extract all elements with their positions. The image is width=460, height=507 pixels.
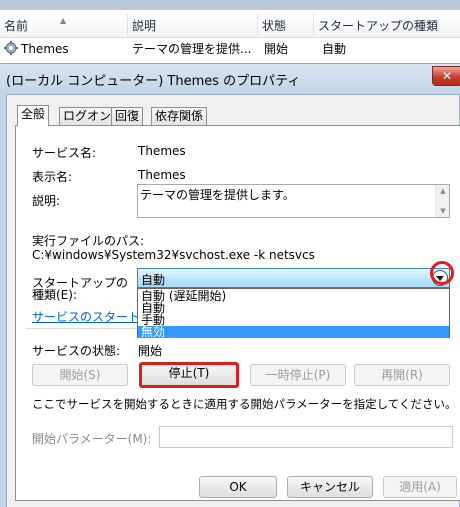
row-status: 開始 <box>264 42 289 56</box>
description-field[interactable]: テーマの管理を提供します。 ▲ ▼ <box>137 184 450 218</box>
description-text: テーマの管理を提供します。 <box>140 188 295 202</box>
service-name-value: Themes <box>138 144 186 158</box>
option-disabled[interactable]: 無効 <box>138 326 449 338</box>
column-header-startup-type[interactable]: スタートアップの種類 <box>314 14 460 38</box>
startup-type-select[interactable]: 自動 <box>137 268 450 288</box>
pause-button[interactable]: 一時停止(P) <box>250 364 346 386</box>
scroll-down-icon[interactable]: ▼ <box>436 205 450 217</box>
startup-type-dropdown: 自動 (遅延開始) 自動 手動 無効 <box>137 288 450 338</box>
start-params-hint: ここでサービスを開始するときに適用する開始パラメーターを指定してください。 <box>32 397 457 411</box>
close-button[interactable]: ✕ <box>432 66 460 86</box>
dialog-client-area: 全般 ログオン 回復 依存関係 サービス名: Themes 表示名: Theme… <box>6 94 460 507</box>
highlight-circle <box>430 261 454 285</box>
window-top-strip <box>0 0 460 10</box>
gear-icon <box>4 41 18 55</box>
row-name: Themes <box>21 42 69 56</box>
display-name-label: 表示名: <box>32 170 73 184</box>
exe-path-label: 実行ファイルのパス: <box>32 234 145 248</box>
scroll-up-icon[interactable]: ▲ <box>436 185 450 197</box>
dialog-titlebar[interactable]: (ローカル コンピューター) Themes のプロパティ ✕ <box>0 64 460 94</box>
service-name-label: サービス名: <box>32 146 97 160</box>
sort-up-icon: ▲ <box>60 16 67 25</box>
dialog-title: (ローカル コンピューター) Themes のプロパティ <box>6 74 301 89</box>
start-button[interactable]: 開始(S) <box>32 364 128 386</box>
table-row[interactable]: Themes テーマの管理を提供... 開始 自動 <box>0 38 460 60</box>
tab-dependencies[interactable]: 依存関係 <box>151 107 208 125</box>
tab-general[interactable]: 全般 <box>17 105 50 126</box>
service-status-label: サービスの状態: <box>32 344 121 358</box>
list-header: ▲ 名前 説明 状態 スタートアップの種類 <box>0 14 460 38</box>
startup-type-selected: 自動 <box>141 273 166 287</box>
description-label: 説明: <box>32 194 61 208</box>
cancel-button[interactable]: キャンセル <box>287 476 373 498</box>
stop-button[interactable]: 停止(T) <box>139 362 239 388</box>
tab-logon[interactable]: ログオン <box>59 107 116 125</box>
display-name-value: Themes <box>138 168 186 182</box>
row-name-cell: Themes <box>4 38 128 60</box>
start-params-input[interactable] <box>159 426 453 448</box>
ok-button[interactable]: OK <box>199 476 277 498</box>
startup-type-label-line2: 種類(E): <box>32 288 77 302</box>
option-manual[interactable]: 手動 <box>138 314 449 326</box>
resume-button[interactable]: 再開(R) <box>354 364 450 386</box>
option-auto-delayed[interactable]: 自動 (遅延開始) <box>138 290 449 302</box>
exe-path-value: C:¥windows¥System32¥svchost.exe -k netsv… <box>32 248 315 262</box>
option-auto[interactable]: 自動 <box>138 302 449 314</box>
row-startup-type: 自動 <box>322 42 347 56</box>
column-header-description[interactable]: 説明 <box>128 14 258 38</box>
services-list: ▲ 名前 説明 状態 スタートアップの種類 Themes テーマの管理を提供..… <box>0 0 460 62</box>
apply-button[interactable]: 適用(A) <box>383 476 457 498</box>
general-tab-panel: サービス名: Themes 表示名: Themes 説明: テーマの管理を提供し… <box>15 125 460 501</box>
start-params-label: 開始パラメーター(M): <box>32 432 152 446</box>
close-icon: ✕ <box>441 69 453 83</box>
description-scrollbar[interactable]: ▲ ▼ <box>435 185 449 217</box>
row-description: テーマの管理を提供... <box>132 42 252 56</box>
column-header-status[interactable]: 状態 <box>258 14 314 38</box>
service-status-value: 開始 <box>138 344 163 358</box>
properties-dialog: (ローカル コンピューター) Themes のプロパティ ✕ 全般 ログオン 回… <box>0 63 460 507</box>
column-header-name[interactable]: ▲ 名前 <box>0 14 128 38</box>
tab-recovery[interactable]: 回復 <box>111 107 144 125</box>
